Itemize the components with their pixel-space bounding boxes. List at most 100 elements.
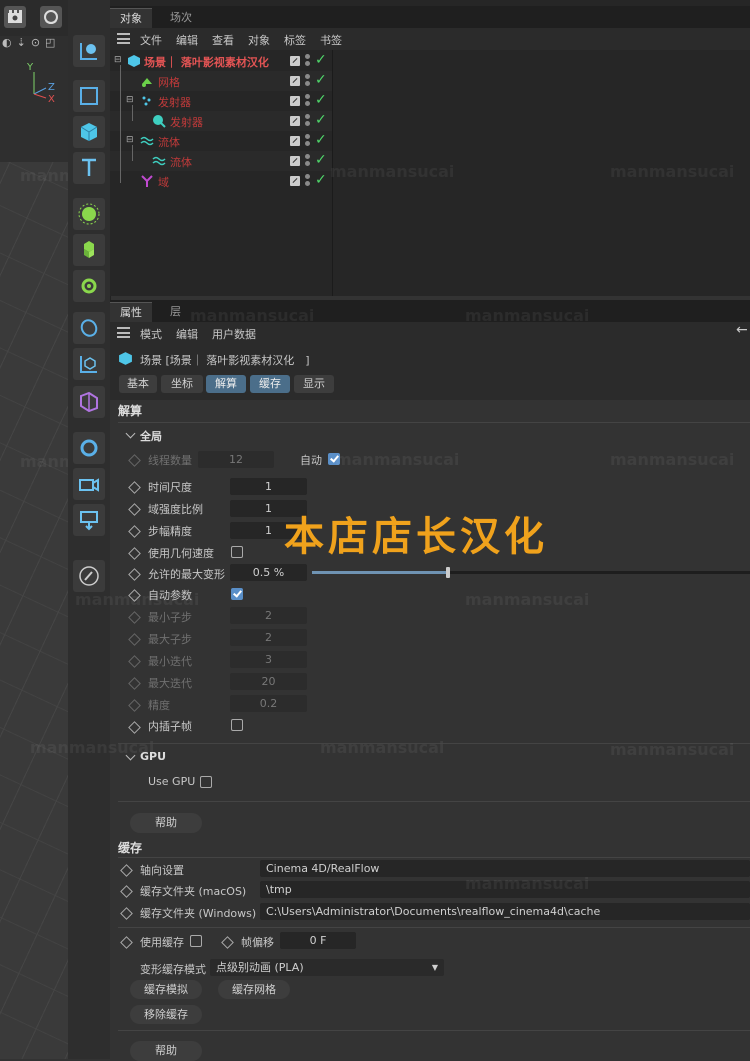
- sketch-icon[interactable]: [73, 560, 105, 592]
- object-row-domain[interactable]: 域 ✓: [110, 171, 332, 191]
- keyframe-diamond-icon[interactable]: [128, 481, 141, 494]
- layer-toggle-icon[interactable]: [290, 136, 300, 146]
- back-arrow-icon[interactable]: ←: [736, 322, 748, 338]
- render-settings-icon[interactable]: [40, 6, 62, 28]
- layer-toggle-icon[interactable]: [290, 76, 300, 86]
- help-button[interactable]: 帮助: [130, 1041, 202, 1061]
- enabled-check-icon[interactable]: ✓: [315, 152, 327, 168]
- keyframe-diamond-icon[interactable]: [120, 864, 133, 877]
- visibility-dots-icon[interactable]: [305, 174, 311, 188]
- cube-icon[interactable]: [73, 116, 105, 148]
- camera-icon[interactable]: [73, 468, 105, 500]
- enabled-check-icon[interactable]: ✓: [315, 132, 327, 148]
- enabled-check-icon[interactable]: ✓: [315, 72, 327, 88]
- keyframe-diamond-icon[interactable]: [128, 503, 141, 516]
- tab-layers[interactable]: 层: [160, 302, 191, 322]
- hamburger-menu-icon[interactable]: [117, 33, 130, 44]
- collapse-toggle-icon[interactable]: ⊟: [114, 55, 122, 65]
- down-arrow-icon[interactable]: ⇣: [17, 36, 26, 52]
- collapse-toggle-icon[interactable]: ⊟: [126, 95, 134, 105]
- rotate-icon[interactable]: ⊙: [31, 36, 40, 52]
- visibility-dots-icon[interactable]: [305, 154, 311, 168]
- collapse-toggle-icon[interactable]: ⊟: [126, 135, 134, 145]
- menu-bookmarks[interactable]: 书签: [320, 32, 342, 48]
- enabled-check-icon[interactable]: ✓: [315, 92, 327, 108]
- visibility-dots-icon[interactable]: [305, 94, 311, 108]
- auto-params-checkbox[interactable]: [231, 588, 243, 600]
- menu-edit[interactable]: 编辑: [176, 326, 198, 342]
- tab-attributes[interactable]: 属性: [110, 302, 152, 323]
- null-object-icon[interactable]: [73, 348, 105, 380]
- keyframe-diamond-icon[interactable]: [120, 907, 133, 920]
- layer-toggle-icon[interactable]: [290, 156, 300, 166]
- deform-mode-dropdown[interactable]: 点级别动画 (PLA) ▼: [210, 959, 444, 976]
- tab-objects[interactable]: 对象: [110, 8, 152, 29]
- layer-toggle-icon[interactable]: [290, 116, 300, 126]
- cloner-icon[interactable]: [73, 234, 105, 266]
- spline-rectangle-icon[interactable]: [73, 80, 105, 112]
- time-scale-field[interactable]: 1: [230, 478, 307, 495]
- keyframe-diamond-icon[interactable]: [128, 525, 141, 538]
- menu-mode[interactable]: 模式: [140, 326, 162, 342]
- object-row-emitter[interactable]: ⊟ 发射器 ✓: [110, 91, 332, 111]
- subtab-basic[interactable]: 基本: [119, 375, 157, 393]
- effector-icon[interactable]: [73, 270, 105, 302]
- threads-field[interactable]: 12: [198, 451, 274, 468]
- tab-takes[interactable]: 场次: [160, 8, 202, 28]
- light-icon[interactable]: [73, 504, 105, 536]
- menu-tags[interactable]: 标签: [284, 32, 306, 48]
- field-icon[interactable]: [73, 386, 105, 418]
- keyframe-diamond-icon[interactable]: [128, 454, 141, 467]
- visibility-dots-icon[interactable]: [305, 74, 311, 88]
- interpolate-subframes-checkbox[interactable]: [231, 719, 243, 731]
- help-button[interactable]: 帮助: [130, 813, 202, 833]
- visibility-dots-icon[interactable]: [305, 114, 311, 128]
- layer-toggle-icon[interactable]: [290, 96, 300, 106]
- geometry-velocity-checkbox[interactable]: [231, 546, 243, 558]
- enabled-check-icon[interactable]: ✓: [315, 52, 327, 68]
- use-gpu-checkbox[interactable]: [200, 776, 212, 788]
- menu-file[interactable]: 文件: [140, 32, 162, 48]
- object-row-mesh[interactable]: 网格 ✓: [110, 71, 332, 91]
- move-icon[interactable]: ◐: [2, 36, 12, 52]
- max-deform-slider[interactable]: [312, 567, 750, 578]
- render-icon[interactable]: [4, 6, 26, 28]
- subtab-solver[interactable]: 解算: [206, 375, 246, 393]
- object-row-scene[interactable]: ⊟ 场景｜ 落叶影视素材汉化 ✓: [110, 51, 332, 71]
- cache-win-field[interactable]: C:\Users\Administrator\Documents\realflo…: [260, 903, 750, 920]
- object-row-fluid[interactable]: ⊟ 流体 ✓: [110, 131, 332, 151]
- enabled-check-icon[interactable]: ✓: [315, 112, 327, 128]
- environment-icon[interactable]: [73, 432, 105, 464]
- frame-offset-field[interactable]: 0 F: [280, 932, 356, 949]
- layer-toggle-icon[interactable]: [290, 176, 300, 186]
- keyframe-diamond-icon[interactable]: [221, 936, 234, 949]
- object-row-emitter-child[interactable]: 发射器 ✓: [110, 111, 332, 131]
- enabled-check-icon[interactable]: ✓: [315, 172, 327, 188]
- keyframe-diamond-icon[interactable]: [128, 547, 141, 560]
- subtab-coordinates[interactable]: 坐标: [161, 375, 203, 393]
- visibility-dots-icon[interactable]: [305, 134, 311, 148]
- coordinate-system-icon[interactable]: [73, 35, 105, 67]
- deformer-icon[interactable]: [73, 312, 105, 344]
- sphere-generator-icon[interactable]: [73, 198, 105, 230]
- keyframe-diamond-icon[interactable]: [120, 936, 133, 949]
- menu-view[interactable]: 查看: [212, 32, 234, 48]
- keyframe-diamond-icon[interactable]: [120, 885, 133, 898]
- subtab-display[interactable]: 显示: [294, 375, 334, 393]
- cache-simulation-button[interactable]: 缓存模拟: [130, 980, 202, 999]
- menu-object[interactable]: 对象: [248, 32, 270, 48]
- subtab-cache[interactable]: 缓存: [250, 375, 290, 393]
- keyframe-diamond-icon[interactable]: [128, 568, 141, 581]
- object-row-fluid-child[interactable]: 流体 ✓: [110, 151, 332, 171]
- remove-cache-button[interactable]: 移除缓存: [130, 1005, 202, 1024]
- slider-handle[interactable]: [446, 567, 450, 578]
- keyframe-diamond-icon[interactable]: [128, 721, 141, 734]
- layer-toggle-icon[interactable]: [290, 56, 300, 66]
- use-cache-checkbox[interactable]: [190, 935, 202, 947]
- hamburger-menu-icon[interactable]: [117, 327, 130, 338]
- text-icon[interactable]: [73, 152, 105, 184]
- menu-user-data[interactable]: 用户数据: [212, 326, 256, 342]
- maximize-icon[interactable]: ◰: [45, 36, 55, 52]
- cache-mesh-button[interactable]: 缓存网格: [218, 980, 290, 999]
- collapse-caret-icon[interactable]: [125, 428, 136, 439]
